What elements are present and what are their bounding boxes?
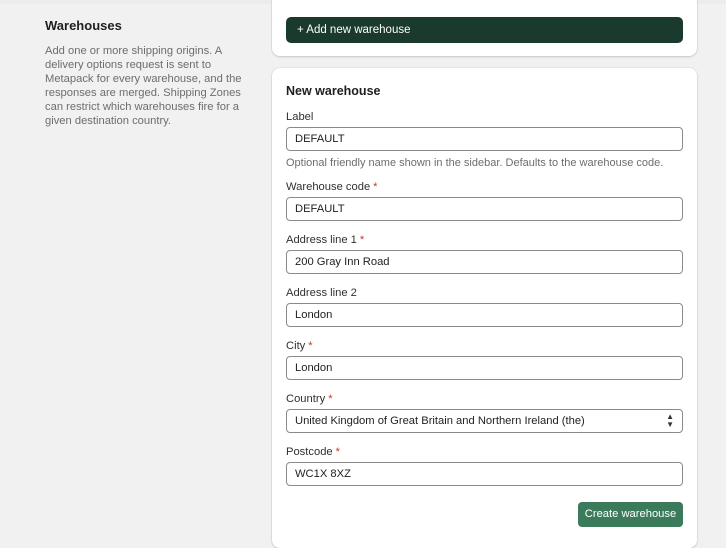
required-marker: * <box>308 340 313 352</box>
required-marker: * <box>373 181 378 193</box>
label-input[interactable]: DEFAULT <box>286 127 683 151</box>
country-select[interactable]: United Kingdom of Great Britain and Nort… <box>286 409 683 433</box>
required-marker: * <box>328 393 333 405</box>
postcode-field: Postcode * WC1X 8XZ <box>286 445 683 486</box>
address-line-2-field: Address line 2 London <box>286 286 683 327</box>
warehouse-code-label: Warehouse code * <box>286 181 378 193</box>
required-marker: * <box>359 234 365 246</box>
form-title: New warehouse <box>286 84 381 98</box>
warehouse-code-field: Warehouse code * DEFAULT <box>286 180 683 221</box>
select-chevron-icon: ▲ ▼ <box>666 412 674 429</box>
city-label: City * <box>286 340 313 352</box>
city-field: City * London <box>286 339 683 380</box>
postcode-input[interactable]: WC1X 8XZ <box>286 462 683 486</box>
create-warehouse-button[interactable]: Create warehouse <box>578 502 683 527</box>
label-field: Label DEFAULT Optional friendly name sho… <box>286 110 683 169</box>
address-line-1-input[interactable]: 200 Gray Inn Road <box>286 250 683 274</box>
section-title: Warehouses <box>45 18 122 33</box>
required-marker: * <box>335 446 341 458</box>
section-description: Add one or more shipping origins. A deli… <box>45 45 242 127</box>
new-warehouse-form: New warehouse Label DEFAULT Optional fri… <box>272 68 697 548</box>
country-field: Country * United Kingdom of Great Britain… <box>286 392 683 433</box>
label-field-label: Label <box>286 111 314 123</box>
label-help-text: Optional friendly name shown in the side… <box>286 157 664 169</box>
country-select-value: United Kingdom of Great Britain and Nort… <box>295 415 585 427</box>
address-line-2-label: Address line 2 <box>286 287 357 299</box>
address-line-1-field: Address line 1 * 200 Gray Inn Road <box>286 233 683 274</box>
add-new-warehouse-button[interactable]: + Add new warehouse <box>286 17 683 43</box>
city-input[interactable]: London <box>286 356 683 380</box>
postcode-label: Postcode * <box>286 446 341 458</box>
address-line-2-input[interactable]: London <box>286 303 683 327</box>
address-line-1-label: Address line 1 * <box>286 234 365 246</box>
add-warehouse-card: + Add new warehouse <box>272 0 697 56</box>
country-label: Country * <box>286 393 333 405</box>
sidebar-section: Warehouses Add one or more shipping orig… <box>45 18 250 128</box>
warehouse-code-input[interactable]: DEFAULT <box>286 197 683 221</box>
